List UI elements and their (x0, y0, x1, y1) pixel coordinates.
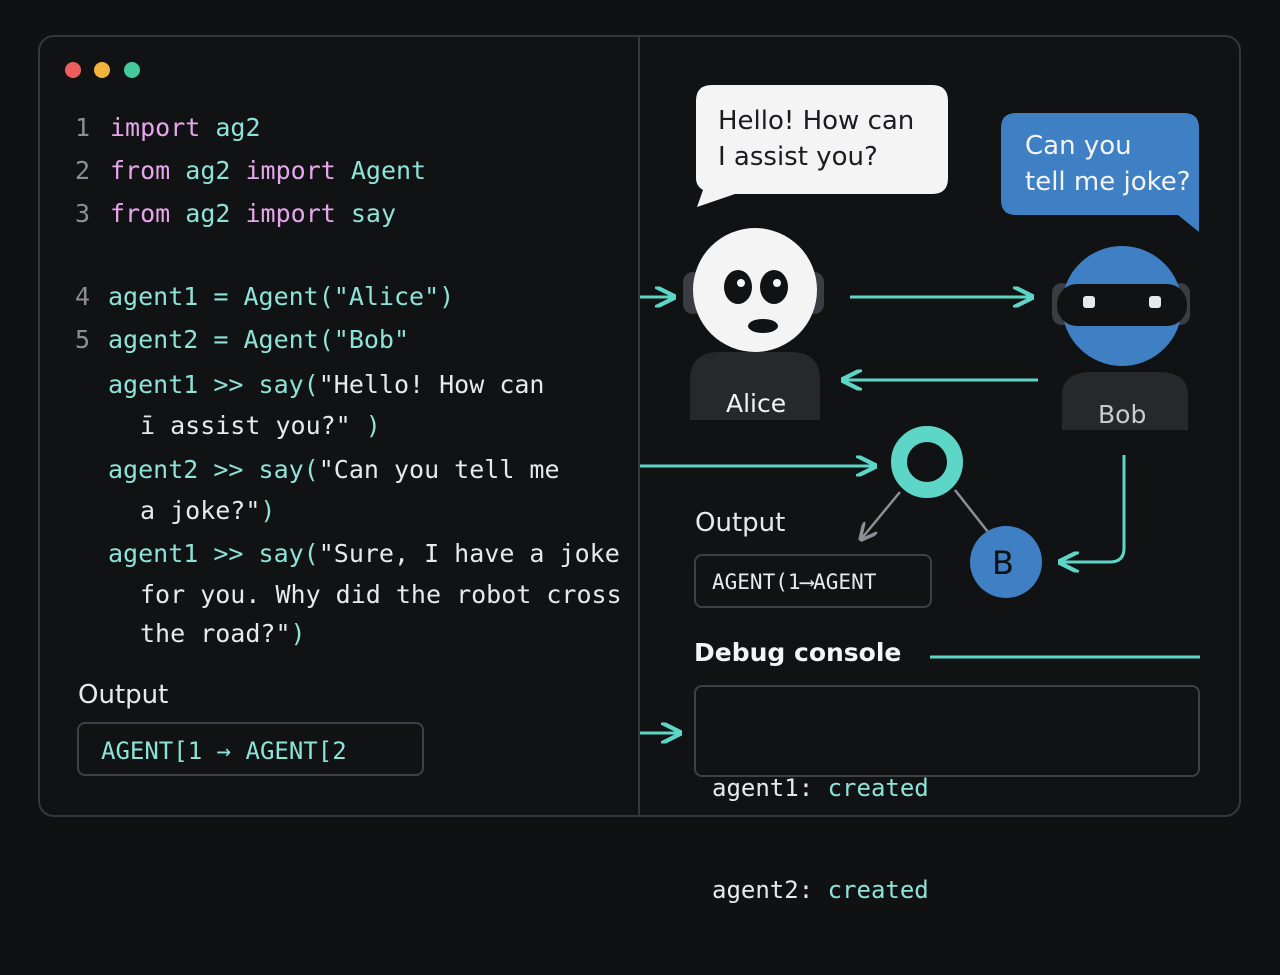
debug-line-value: created (827, 774, 929, 802)
hub-node-icon (891, 426, 963, 498)
alice-bubble-line: Hello! How can (718, 106, 915, 136)
bob-bubble-text: Can you tell me joke? (1025, 128, 1191, 200)
alice-bubble-line: I assist you? (718, 142, 878, 172)
debug-line-key: agent1: (712, 774, 814, 802)
debug-console-title: Debug console (694, 638, 902, 667)
debug-line-key: agent2: (712, 876, 814, 904)
bob-name: Bob (1098, 400, 1147, 429)
debug-console-box[interactable]: agent1: created agent2: created (694, 685, 1200, 904)
node-b-letter: B (992, 544, 1014, 582)
diagram-output-label: Output (695, 508, 786, 538)
arrow-hub-to-output (862, 491, 901, 538)
link-hub-to-node-b (954, 489, 989, 533)
bob-bubble-line: tell me joke? (1025, 167, 1191, 197)
debug-line-value: created (827, 876, 929, 904)
debug-line: agent1: created (712, 771, 929, 805)
alice-name: Alice (726, 389, 787, 418)
alice-bubble-text: Hello! How can I assist you? (718, 103, 914, 175)
debug-console-log: agent1: created agent2: created (712, 703, 929, 975)
arrow-bob-to-node-b (1062, 455, 1126, 562)
bob-bubble-line: Can you (1025, 131, 1132, 161)
diagram-output-value: AGENT(1⟶AGENT (712, 570, 877, 594)
diagram-output-box: AGENT(1⟶AGENT (694, 554, 932, 608)
debug-line: agent2: created (712, 873, 929, 907)
